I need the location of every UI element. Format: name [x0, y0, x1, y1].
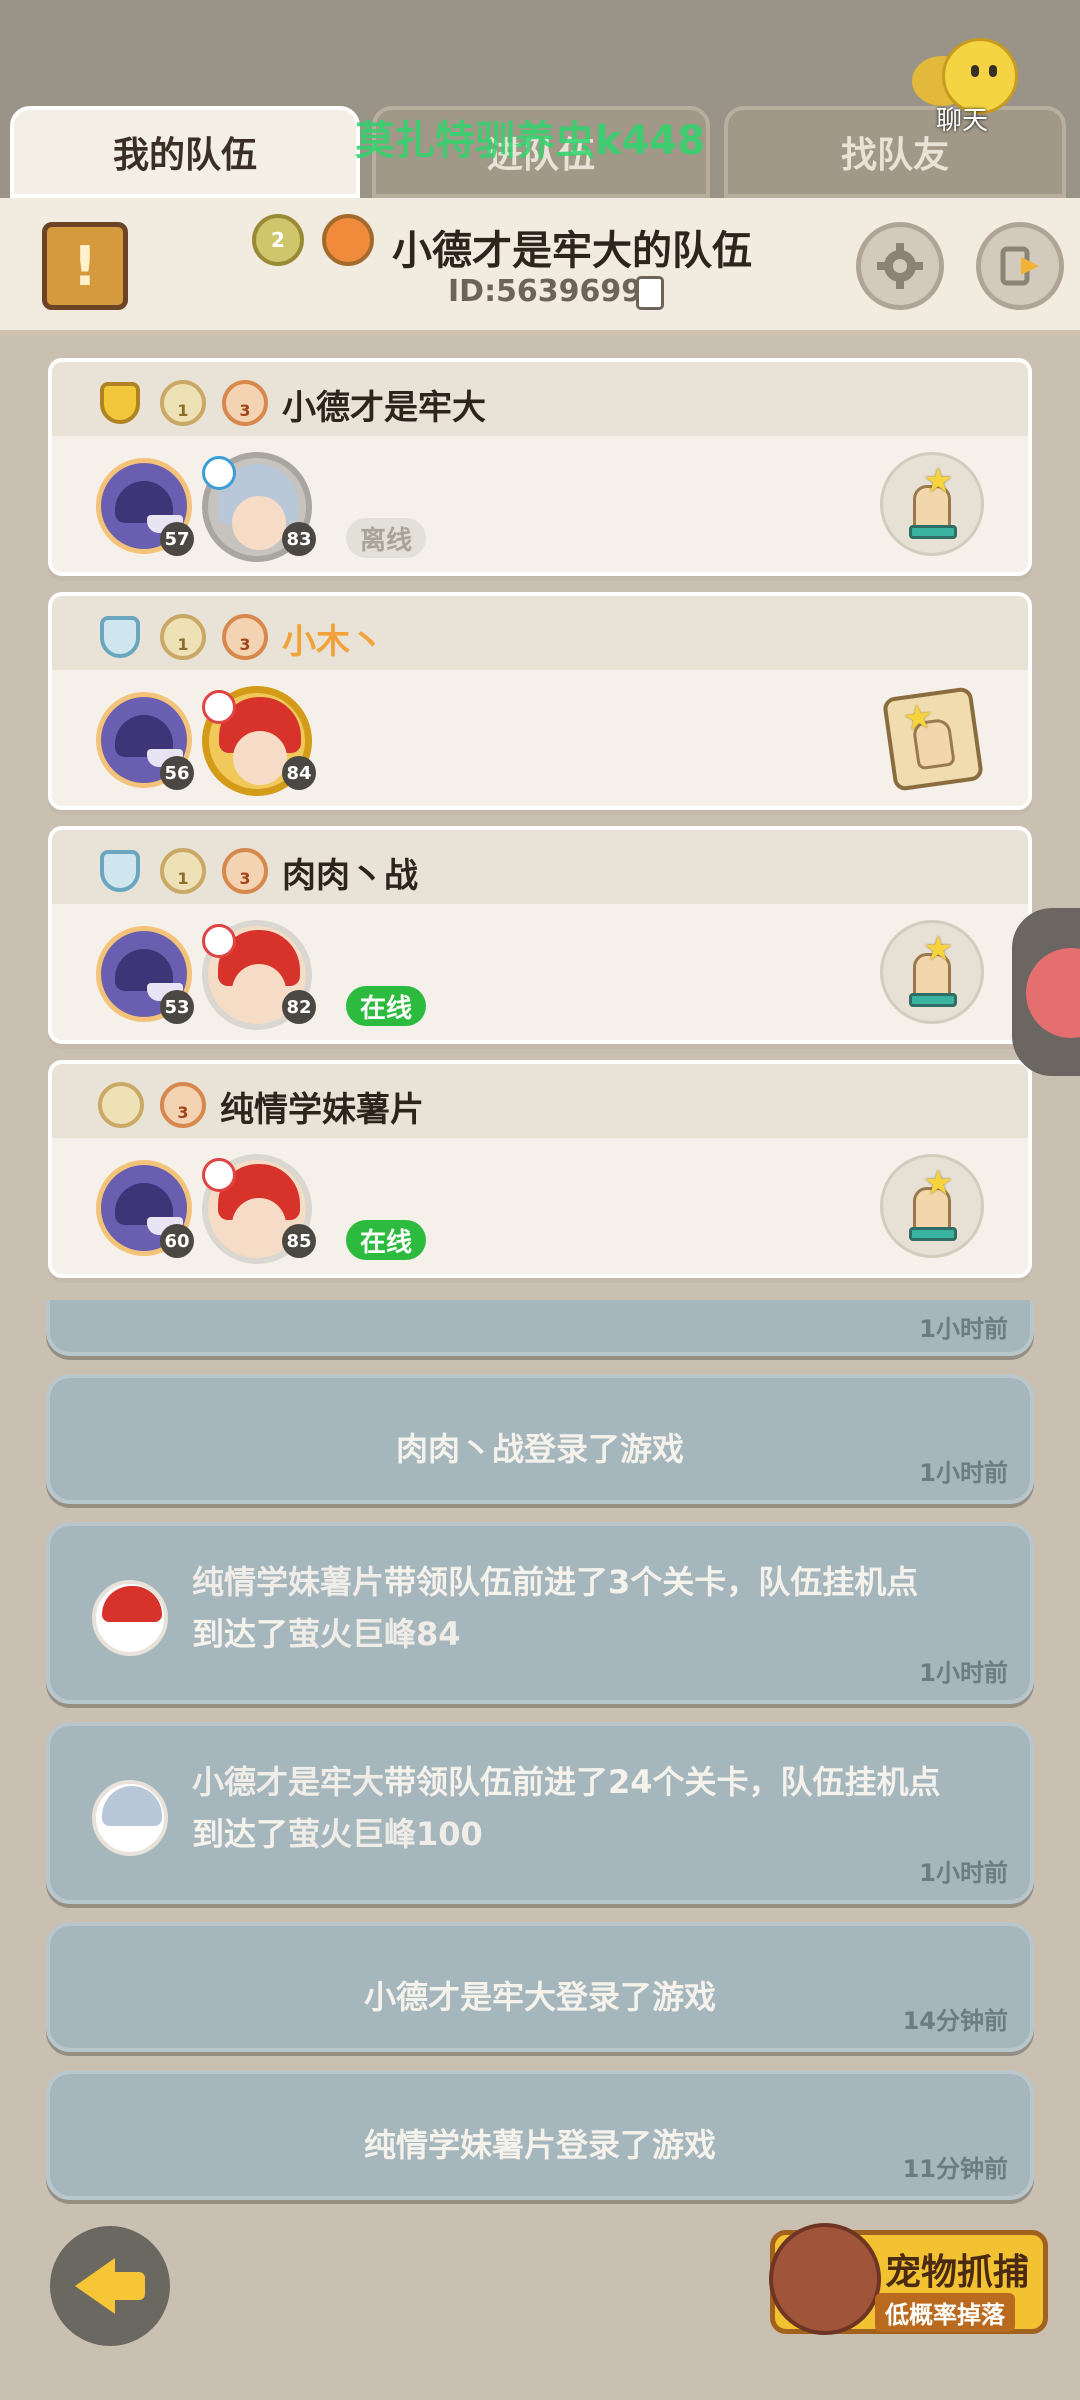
element-icon [202, 456, 236, 490]
feed-item: 纯情学妹薯片登录了游戏 11分钟前 [46, 2070, 1034, 2200]
rank-badge-icon: 1 [160, 380, 206, 426]
feed-time: 1小时前 [919, 1459, 1008, 1487]
member-name: 肉肉丶战 [282, 856, 418, 896]
boar-icon [769, 2223, 881, 2335]
exit-icon [1000, 246, 1039, 286]
back-arrow-icon [75, 2258, 145, 2314]
pet-catch-button[interactable]: 宠物抓捕 低概率掉落 [769, 2223, 1048, 2335]
member-card: 3 纯情学妹薯片 60 85 在线 ★ [48, 1060, 1032, 1278]
rank-badge-icon: 1 [160, 614, 206, 660]
feed-item: 小德才是牢大登录了游戏 14分钟前 [46, 1922, 1034, 2052]
element-icon [202, 924, 236, 958]
pet-level: 60 [160, 1224, 194, 1258]
member-shield-icon [100, 616, 140, 658]
flame-badge-icon: 3 [160, 1082, 206, 1128]
member-card-header: 1 3 小德才是牢大 [52, 362, 1028, 436]
team-flame-badge-icon [322, 214, 374, 266]
feed-time: 11分钟前 [902, 2155, 1008, 2183]
player-level: 84 [282, 756, 316, 790]
feed-item: 肉肉丶战登录了游戏 1小时前 [46, 1374, 1034, 1504]
element-icon [202, 690, 236, 724]
status-badge: 在线 [346, 1220, 427, 1260]
pet-catch-title: 宠物抓捕 [885, 2252, 1030, 2293]
feed-text: 小德才是牢大登录了游戏 [363, 1978, 717, 2016]
member-card: 1 3 肉肉丶战 53 82 在线 ★ [48, 826, 1032, 1044]
pet-level: 53 [160, 990, 194, 1024]
feed-time: 1小时前 [919, 1859, 1008, 1887]
member-card: 1 3 小木丶 56 84 ★ [48, 592, 1032, 810]
feed-avatar [92, 1780, 168, 1856]
watermark-text: 莫扎特驯养虫k448 [355, 118, 706, 164]
team-notice-icon[interactable] [42, 222, 128, 310]
back-button[interactable] [50, 2226, 170, 2346]
feed-text: 纯情学妹薯片带领队伍前进了3个关卡，队伍挂机点 到达了萤火巨峰84 [192, 1563, 919, 1653]
rank-badge-icon: 1 [160, 848, 206, 894]
member-name: 纯情学妹薯片 [220, 1090, 424, 1130]
feed-item: 1小时前 [46, 1300, 1034, 1356]
element-icon [202, 1158, 236, 1192]
feed-text: 肉肉丶战登录了游戏 [395, 1430, 685, 1468]
like-button[interactable]: ★ [880, 920, 984, 1024]
member-name: 小木丶 [282, 622, 384, 662]
copy-icon[interactable] [636, 276, 664, 310]
team-name: 小德才是牢大的队伍 [392, 228, 752, 274]
status-badge: 离线 [346, 518, 427, 558]
pet-level: 56 [160, 756, 194, 790]
flame-badge-icon: 3 [222, 614, 268, 660]
member-card-header: 3 纯情学妹薯片 [52, 1064, 1028, 1138]
flame-badge-icon: 3 [222, 848, 268, 894]
feed-avatar [92, 1580, 168, 1656]
feed-time: 14分钟前 [902, 2007, 1008, 2035]
member-card-header: 1 3 肉肉丶战 [52, 830, 1028, 904]
feed-item: 小德才是牢大带领队伍前进了24个关卡，队伍挂机点 到达了萤火巨峰100 1小时前 [46, 1722, 1034, 1904]
chat-label: 聊天 [936, 106, 989, 136]
chat-button[interactable]: 聊天 [912, 34, 1032, 136]
gear-icon [877, 243, 923, 289]
pet-level: 57 [160, 522, 194, 556]
player-level: 83 [282, 522, 316, 556]
settings-button[interactable] [856, 222, 944, 310]
team-id: ID:5639699 [448, 274, 643, 309]
leave-team-button[interactable] [976, 222, 1064, 310]
feed-time: 1小时前 [919, 1659, 1008, 1687]
rank-badge-icon [98, 1082, 144, 1128]
like-button[interactable]: ★ [880, 1154, 984, 1258]
feed-item: 纯情学妹薯片带领队伍前进了3个关卡，队伍挂机点 到达了萤火巨峰84 1小时前 [46, 1522, 1034, 1704]
tab-my-team[interactable]: 我的队伍 [10, 106, 360, 198]
like-button[interactable]: ★ [880, 452, 984, 556]
feed-text: 纯情学妹薯片登录了游戏 [363, 2126, 717, 2164]
member-name: 小德才是牢大 [282, 388, 486, 428]
player-level: 85 [282, 1224, 316, 1258]
member-card: 1 3 小德才是牢大 57 83 离线 ★ [48, 358, 1032, 576]
feed-text: 小德才是牢大带领队伍前进了24个关卡，队伍挂机点 到达了萤火巨峰100 [192, 1763, 941, 1853]
flame-badge-icon: 3 [222, 380, 268, 426]
member-card-header: 1 3 小木丶 [52, 596, 1028, 670]
team-rank-badge-icon: 2 [252, 214, 304, 266]
pet-catch-subtitle: 低概率掉落 [875, 2293, 1015, 2332]
feed-time: 1小时前 [919, 1315, 1008, 1343]
player-level: 82 [282, 990, 316, 1024]
captain-shield-icon [100, 382, 140, 424]
card-action-button[interactable]: ★ [881, 686, 985, 792]
member-shield-icon [100, 850, 140, 892]
status-badge: 在线 [346, 986, 427, 1026]
side-pull-tab[interactable] [1012, 908, 1080, 1076]
